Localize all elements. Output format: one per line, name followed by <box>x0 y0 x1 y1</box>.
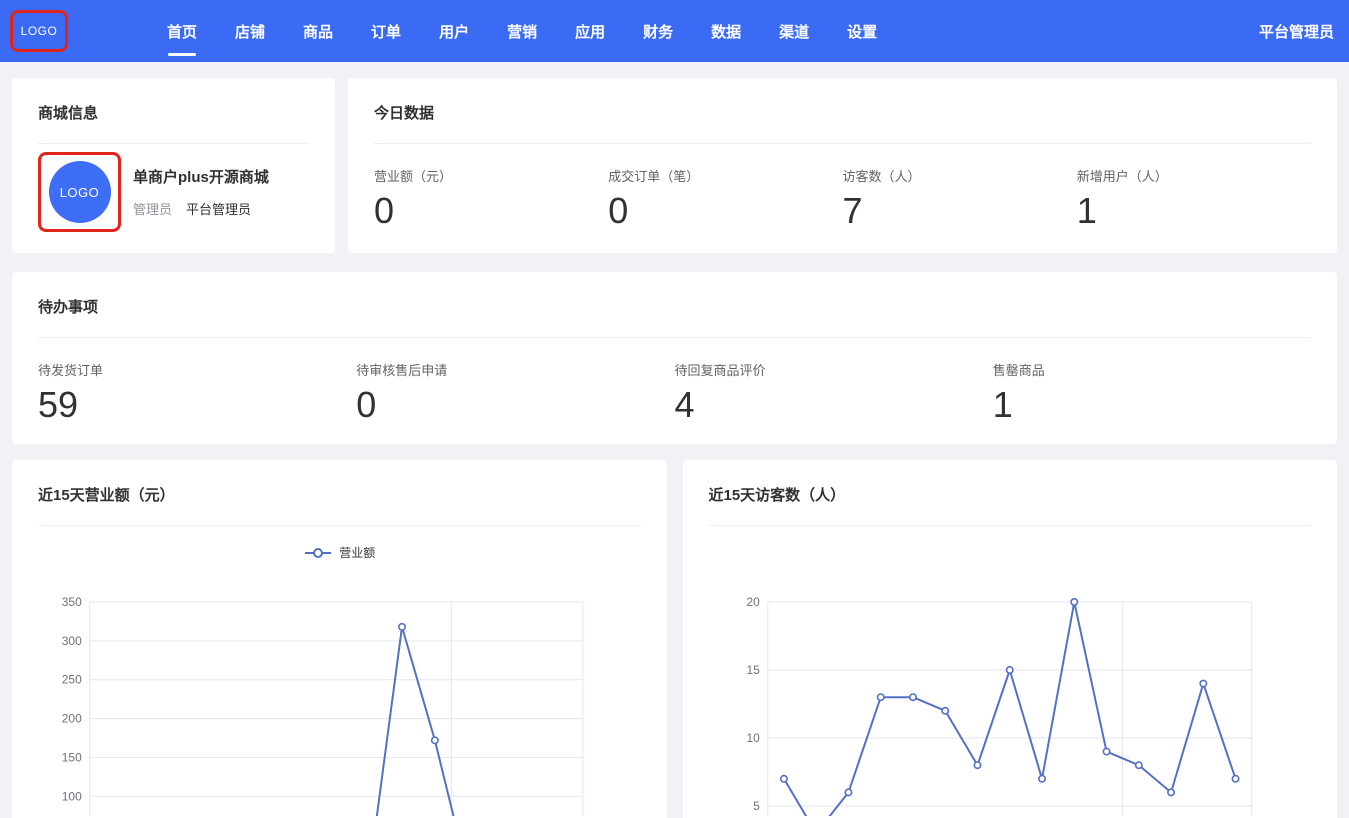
todo-card: 待办事项 待发货订单 59待审核售后申请 0待回复商品评价 4售罄商品 1 <box>12 272 1337 444</box>
role-label: 管理员 <box>133 199 172 218</box>
stat-label: 售罄商品 <box>993 360 1311 379</box>
shop-logo-avatar[interactable]: LOGO <box>49 161 111 223</box>
stat-value: 0 <box>374 193 608 229</box>
stat-sold-out: 售罄商品 1 <box>993 360 1311 423</box>
chart-legend[interactable]: 营业额 <box>12 544 667 561</box>
stat-label: 成交订单（笔） <box>608 166 842 185</box>
visitors-chart-title: 近15天访客数（人） <box>683 460 1338 505</box>
svg-text:350: 350 <box>62 595 82 609</box>
nav-item-users[interactable]: 用户 <box>439 0 469 62</box>
row-charts: 近15天营业额（元） 营业额 100 150 200 250 300 350 近15天访客… <box>12 460 1337 818</box>
visitors-chart-card: 近15天访客数（人） 5 10 15 20 <box>683 460 1338 818</box>
stat-label: 营业额（元） <box>374 166 608 185</box>
stat-deal-orders: 成交订单（笔） 0 <box>608 166 842 229</box>
stat-revenue: 营业额（元） 0 <box>374 166 608 229</box>
row-top: 商城信息 LOGO 单商户plus开源商城 管理员 平台管理员 今日数据 营业额… <box>12 78 1337 253</box>
svg-text:150: 150 <box>62 750 82 764</box>
dashboard: 商城信息 LOGO 单商户plus开源商城 管理员 平台管理员 今日数据 营业额… <box>0 62 1349 818</box>
nav-item-goods[interactable]: 商品 <box>303 0 333 62</box>
stat-value: 0 <box>356 387 674 423</box>
line-series-legend-icon <box>303 546 333 560</box>
stat-value: 0 <box>608 193 842 229</box>
nav-item-apps[interactable]: 应用 <box>575 0 605 62</box>
annotation-box-header-logo: LOGO <box>10 10 68 52</box>
nav-menu: 首页店铺商品订单用户营销应用财务数据渠道设置 <box>167 0 877 62</box>
svg-text:15: 15 <box>746 663 760 677</box>
today-data-card: 今日数据 营业额（元）0成交订单（笔）0访客数（人）7新增用户（人）1 <box>348 78 1337 253</box>
svg-text:200: 200 <box>62 712 82 726</box>
header-logo[interactable]: LOGO <box>21 24 58 38</box>
revenue-chart-title: 近15天营业额（元） <box>12 460 667 505</box>
stat-new-users: 新增用户（人） 1 <box>1077 166 1311 229</box>
today-stats: 营业额（元）0成交订单（笔）0访客数（人）7新增用户（人）1 <box>348 144 1337 229</box>
todo-stats: 待发货订单 59待审核售后申请 0待回复商品评价 4售罄商品 1 <box>12 338 1337 423</box>
stat-value: 1 <box>1077 193 1311 229</box>
stat-value: 59 <box>38 387 356 423</box>
shop-info-card: 商城信息 LOGO 单商户plus开源商城 管理员 平台管理员 <box>12 78 335 253</box>
stat-label: 待发货订单 <box>38 360 356 379</box>
stat-value: 7 <box>843 193 1077 229</box>
divider <box>38 525 641 526</box>
nav-item-settings[interactable]: 设置 <box>847 0 877 62</box>
revenue-line-chart: 100 150 200 250 300 350 <box>12 590 667 816</box>
stat-label: 待回复商品评价 <box>675 360 993 379</box>
nav-item-orders[interactable]: 订单 <box>371 0 401 62</box>
todo-title: 待办事项 <box>12 272 1337 317</box>
stat-label: 新增用户（人） <box>1077 166 1311 185</box>
divider <box>709 525 1312 526</box>
revenue-chart-card: 近15天营业额（元） 营业额 100 150 200 250 300 350 <box>12 460 667 818</box>
svg-text:10: 10 <box>746 731 760 745</box>
stat-visitors: 访客数（人） 7 <box>843 166 1077 229</box>
shop-info-title: 商城信息 <box>12 78 335 123</box>
annotation-box-shop-logo: LOGO <box>38 152 121 232</box>
nav-item-marketing[interactable]: 营销 <box>507 0 537 62</box>
svg-text:100: 100 <box>62 789 82 803</box>
nav-item-data[interactable]: 数据 <box>711 0 741 62</box>
stat-pending-review-reply: 待回复商品评价 4 <box>675 360 993 423</box>
svg-text:5: 5 <box>753 799 760 813</box>
nav-item-store[interactable]: 店铺 <box>235 0 265 62</box>
shop-name: 单商户plus开源商城 <box>133 166 269 187</box>
svg-text:300: 300 <box>62 634 82 648</box>
stat-value: 1 <box>993 387 1311 423</box>
nav-item-channels[interactable]: 渠道 <box>779 0 809 62</box>
role-value: 平台管理员 <box>186 199 251 218</box>
current-user[interactable]: 平台管理员 <box>1259 21 1334 42</box>
nav-item-finance[interactable]: 财务 <box>643 0 673 62</box>
stat-pending-shipment: 待发货订单 59 <box>38 360 356 423</box>
today-data-title: 今日数据 <box>348 78 1337 123</box>
svg-text:250: 250 <box>62 673 82 687</box>
legend-label: 营业额 <box>339 544 375 561</box>
stat-label: 访客数（人） <box>843 166 1077 185</box>
stat-value: 4 <box>675 387 993 423</box>
visitors-line-chart: 5 10 15 20 <box>683 590 1338 816</box>
svg-text:20: 20 <box>746 595 760 609</box>
stat-label: 待审核售后申请 <box>356 360 674 379</box>
nav-item-home[interactable]: 首页 <box>167 0 197 62</box>
top-navbar: LOGO 首页店铺商品订单用户营销应用财务数据渠道设置 平台管理员 <box>0 0 1349 62</box>
stat-pending-aftersale: 待审核售后申请 0 <box>356 360 674 423</box>
